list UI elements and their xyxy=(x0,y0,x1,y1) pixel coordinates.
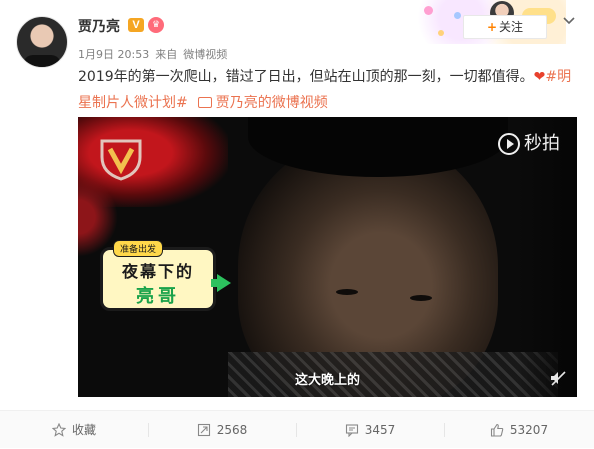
follow-button[interactable]: + 关注 xyxy=(463,15,547,39)
sticker-line-1: 夜幕下的 xyxy=(121,262,194,281)
star-icon xyxy=(51,422,67,437)
like-button[interactable]: 53207 xyxy=(444,411,594,449)
collect-label: 收藏 xyxy=(71,423,96,437)
source-prefix: 来自 xyxy=(155,48,178,61)
video-icon xyxy=(197,96,212,108)
miaopai-watermark: 秒拍 xyxy=(498,129,560,155)
author-avatar[interactable] xyxy=(16,16,68,68)
video-player[interactable]: 秒拍 准备出发 夜幕下的 亮哥 这大晚上的 xyxy=(78,117,577,397)
thumbs-up-icon xyxy=(490,423,504,437)
comment-count: 3457 xyxy=(364,423,396,437)
sticker-line-2: 亮哥 xyxy=(136,286,180,307)
post-body: 2019年的第一次爬山，错过了日出，但站在山顶的那一刻，一切都值得。 xyxy=(78,69,534,85)
arrow-right-icon xyxy=(217,274,231,292)
weibo-post-card: 贾乃亮 V ♛ 1月9日 20:53 来自 微博视频 + 关注 2019年的第一次爬山… xyxy=(0,0,594,448)
post-text: 2019年的第一次爬山，错过了日出，但站在山顶的那一刻，一切都值得。❤#明星制片… xyxy=(78,64,578,116)
repost-count: 2568 xyxy=(216,423,248,437)
post-source[interactable]: 微博视频 xyxy=(183,48,227,61)
repost-icon xyxy=(197,423,210,436)
channel-logo-icon xyxy=(100,139,142,181)
comment-icon xyxy=(345,423,358,437)
action-bar: 收藏 2568 3457 53207 xyxy=(0,410,594,448)
post-meta: 1月9日 20:53 来自 微博视频 xyxy=(78,46,233,62)
heart-icon: ❤ xyxy=(533,69,546,85)
title-sticker: 准备出发 夜幕下的 亮哥 xyxy=(100,240,231,311)
like-count: 53207 xyxy=(509,423,549,437)
comment-button[interactable]: 3457 xyxy=(296,411,444,449)
author-name[interactable]: 贾乃亮 xyxy=(78,16,120,36)
plus-icon: + xyxy=(486,20,498,34)
collect-button[interactable]: 收藏 xyxy=(0,411,148,449)
chevron-down-icon[interactable] xyxy=(562,14,576,28)
video-source-link[interactable]: 贾乃亮的微博视频 xyxy=(197,95,328,111)
sticker-tag: 准备出发 xyxy=(113,240,164,257)
follow-label: 关注 xyxy=(499,20,524,34)
video-source-label: 贾乃亮的微博视频 xyxy=(215,95,328,111)
post-date[interactable]: 1月9日 20:53 xyxy=(78,48,149,61)
play-circle-icon xyxy=(498,133,520,155)
vip-crown-icon: ♛ xyxy=(148,17,164,33)
watermark-label: 秒拍 xyxy=(524,133,560,154)
verified-badge-icon: V xyxy=(128,18,144,32)
mute-icon[interactable] xyxy=(549,369,567,387)
video-subtitle: 这大晚上的 xyxy=(294,373,360,388)
repost-button[interactable]: 2568 xyxy=(148,411,296,449)
